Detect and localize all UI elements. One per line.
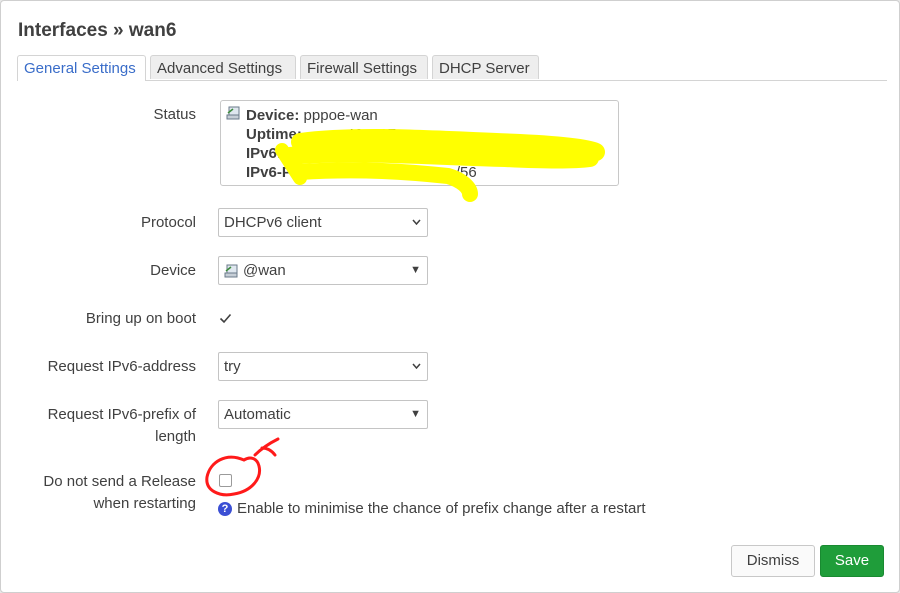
status-uptime-row: Uptime: 46m 17s (246, 126, 404, 143)
dismiss-button[interactable]: Dismiss (731, 545, 815, 577)
tab-general-settings[interactable]: General Settings (17, 55, 146, 81)
tab-advanced-settings[interactable]: Advanced Settings (150, 55, 296, 79)
request-ipv6-prefix-label-line1: Request IPv6-prefix of (47, 406, 196, 423)
do-not-send-release-checkbox[interactable] (219, 474, 232, 487)
status-ipv6-row: IPv6: 64 (246, 145, 597, 162)
triangle-down-icon: ▼ (410, 264, 421, 276)
bring-up-on-boot-checkbox[interactable] (219, 312, 232, 325)
protocol-label: Protocol (140, 214, 196, 231)
device-dropdown[interactable]: @wan ▼ (218, 256, 428, 285)
do-not-send-release-label: Do not send a Release when restarting (43, 471, 196, 515)
save-button[interactable]: Save (820, 545, 884, 577)
device-label: Device (150, 262, 196, 279)
request-ipv6-address-select[interactable]: try (218, 352, 428, 381)
network-device-icon (226, 106, 240, 120)
interface-modal: Interfaces » wan6 General Settings Advan… (0, 0, 900, 593)
bring-up-on-boot-label: Bring up on boot (85, 310, 196, 327)
status-label: Status (153, 106, 196, 123)
checkmark-icon (219, 313, 232, 324)
request-ipv6-address-value: try (224, 358, 241, 375)
chevron-down-icon (412, 219, 421, 225)
request-ipv6-prefix-label-line2: length (155, 428, 196, 445)
request-ipv6-prefix-value: Automatic (224, 406, 291, 423)
tab-dhcp-server[interactable]: DHCP Server (432, 55, 539, 79)
do-not-send-release-label-line1: Do not send a Release (43, 473, 196, 490)
request-ipv6-prefix-dropdown[interactable]: Automatic ▼ (218, 400, 428, 429)
tab-bar: General Settings Advanced Settings Firew… (17, 55, 887, 81)
tab-firewall-settings[interactable]: Firewall Settings (300, 55, 428, 79)
help-text: ? Enable to minimise the chance of prefix… (218, 500, 646, 518)
triangle-down-icon: ▼ (410, 408, 421, 420)
request-ipv6-address-label: Request IPv6-address (47, 358, 196, 375)
request-ipv6-prefix-label: Request IPv6-prefix of length (48, 404, 196, 448)
question-icon: ? (218, 502, 232, 516)
protocol-select[interactable]: DHCPv6 client (218, 208, 428, 237)
network-device-icon (224, 264, 238, 278)
do-not-send-release-label-line2: when restarting (93, 495, 196, 512)
device-value: @wan (243, 262, 286, 279)
status-ipv6pd-row: IPv6-PD: /56 (246, 164, 477, 181)
status-box: Device: pppoe-wan Uptime: 46m 17s IPv6: … (220, 100, 619, 186)
chevron-down-icon (412, 363, 421, 369)
protocol-value: DHCPv6 client (224, 214, 322, 231)
status-device-row: Device: pppoe-wan (246, 107, 378, 124)
help-text-content: Enable to minimise the chance of prefix … (237, 500, 646, 517)
page-title: Interfaces » wan6 (18, 20, 177, 41)
